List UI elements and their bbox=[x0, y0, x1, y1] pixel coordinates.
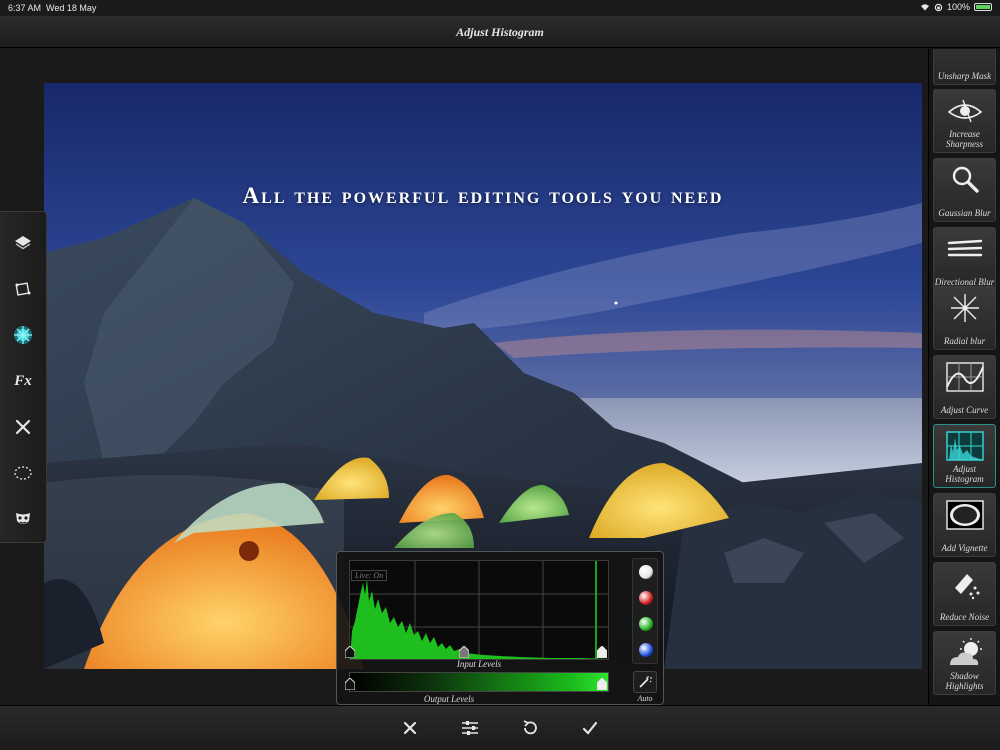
channel-selector bbox=[632, 558, 658, 664]
tool-label: Gaussian Blur bbox=[938, 208, 991, 218]
shadow-highlights-icon bbox=[949, 638, 982, 665]
left-toolbar: Fx bbox=[0, 211, 47, 543]
histogram-icon bbox=[945, 431, 984, 461]
tool-add-vignette[interactable]: Add Vignette bbox=[933, 493, 996, 557]
input-mid-handle[interactable] bbox=[459, 646, 469, 658]
reduce-noise-icon bbox=[954, 574, 979, 600]
transform-button[interactable] bbox=[4, 266, 42, 312]
auto-button[interactable] bbox=[633, 671, 657, 693]
transform-icon bbox=[15, 282, 31, 296]
undo-icon bbox=[523, 720, 537, 735]
tool-label: Shadow Highlights bbox=[945, 671, 984, 691]
channel-blue[interactable] bbox=[639, 643, 653, 657]
histogram-chart bbox=[350, 561, 608, 659]
output-levels-bar[interactable] bbox=[349, 672, 609, 692]
status-right: 100% bbox=[920, 2, 992, 12]
tool-increase-sharpness[interactable]: Increase Sharpness bbox=[933, 89, 996, 153]
tool-label: Add Vignette bbox=[941, 543, 988, 553]
battery-icon bbox=[974, 3, 992, 11]
output-levels-label: Output Levels bbox=[423, 694, 475, 704]
tool-unsharp-mask[interactable]: Unsharp Mask bbox=[933, 49, 996, 85]
magnifier-icon bbox=[952, 166, 979, 193]
eye-sharpness-icon bbox=[947, 99, 982, 123]
input-levels-label: Input Levels bbox=[456, 659, 502, 669]
input-black-handle[interactable] bbox=[345, 646, 355, 658]
tool-label: Unsharp Mask bbox=[937, 71, 992, 81]
tool-radial-blur[interactable]: Radial blur bbox=[933, 286, 996, 350]
input-levels-graph[interactable] bbox=[349, 560, 609, 660]
channel-luminance[interactable] bbox=[639, 565, 653, 579]
output-black-handle[interactable] bbox=[345, 678, 355, 690]
directional-blur-icon bbox=[947, 239, 982, 257]
wifi-icon bbox=[920, 4, 929, 11]
adjust-button[interactable] bbox=[4, 312, 42, 358]
battery-percent: 100% bbox=[946, 2, 970, 12]
rotation-lock-icon bbox=[934, 3, 943, 11]
selection-button[interactable] bbox=[4, 450, 42, 496]
cancel-button[interactable] bbox=[396, 714, 424, 742]
tools-button[interactable] bbox=[4, 404, 42, 450]
tool-label: Adjust Histogram bbox=[945, 464, 984, 484]
auto-label: Auto bbox=[637, 694, 653, 703]
layers-button[interactable] bbox=[4, 220, 42, 266]
tools-icon bbox=[15, 419, 31, 435]
tools-panel[interactable]: Unsharp Mask Increase Sharpness Gaussian… bbox=[928, 49, 1000, 705]
page-title: Adjust Histogram bbox=[456, 25, 544, 39]
confirm-button[interactable] bbox=[576, 714, 604, 742]
tool-adjust-curve[interactable]: Adjust Curve bbox=[933, 355, 996, 419]
input-white-handle[interactable] bbox=[597, 646, 607, 658]
selection-icon bbox=[14, 466, 32, 480]
tool-reduce-noise[interactable]: Reduce Noise bbox=[933, 562, 996, 626]
magic-wand-icon bbox=[639, 676, 652, 688]
tool-adjust-histogram[interactable]: Adjust Histogram bbox=[933, 424, 996, 488]
mask-button[interactable] bbox=[4, 496, 42, 542]
vignette-icon bbox=[945, 500, 984, 530]
photo-headline: All the powerful editing tools you need bbox=[242, 183, 724, 208]
adjust-icon bbox=[14, 326, 32, 344]
settings-button[interactable] bbox=[456, 714, 484, 742]
title-bar: Adjust Histogram bbox=[0, 16, 1000, 48]
tool-label: Increase Sharpness bbox=[945, 129, 983, 149]
layers-icon bbox=[15, 236, 31, 250]
fx-button[interactable]: Fx bbox=[4, 358, 42, 404]
status-bar: 6:37 AM Wed 18 May 100% bbox=[0, 0, 1000, 16]
tool-directional-blur[interactable]: Directional Blur bbox=[933, 227, 996, 291]
tool-label: Adjust Curve bbox=[940, 405, 989, 415]
undo-button[interactable] bbox=[516, 714, 544, 742]
confirm-icon bbox=[582, 721, 598, 735]
fx-icon: Fx bbox=[14, 372, 32, 389]
status-date: Wed 18 May bbox=[46, 3, 97, 13]
status-time: 6:37 AM bbox=[8, 3, 42, 13]
tool-shadow-highlights[interactable]: Shadow Highlights bbox=[933, 631, 996, 695]
cancel-icon bbox=[403, 721, 417, 735]
radial-blur-icon bbox=[950, 294, 979, 322]
live-toggle[interactable]: Live: On bbox=[351, 570, 388, 581]
tool-label: Radial blur bbox=[943, 336, 986, 346]
sliders-icon bbox=[462, 721, 478, 735]
histogram-panel: Live: On Input Levels Output Levels Auto bbox=[336, 551, 664, 705]
battery-level bbox=[976, 5, 990, 9]
tool-gaussian-blur[interactable]: Gaussian Blur bbox=[933, 158, 996, 222]
mask-icon bbox=[16, 513, 30, 524]
tool-label: Reduce Noise bbox=[939, 612, 990, 622]
output-white-handle[interactable] bbox=[597, 678, 607, 690]
channel-green[interactable] bbox=[639, 617, 653, 631]
bottom-toolbar bbox=[0, 705, 1000, 750]
curve-icon bbox=[945, 362, 984, 392]
channel-red[interactable] bbox=[639, 591, 653, 605]
